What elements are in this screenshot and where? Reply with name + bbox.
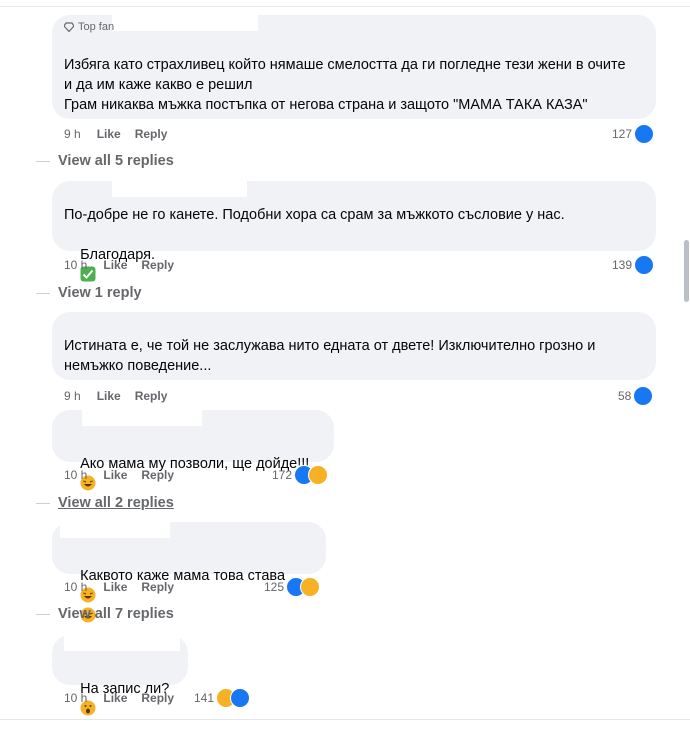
like-button[interactable]: Like [97, 389, 121, 403]
reaction-count: 127 [612, 127, 633, 141]
reply-button[interactable]: Reply [141, 258, 174, 272]
comment-time[interactable]: 10 h [64, 691, 87, 705]
reaction-count: 58 [618, 389, 632, 403]
bottom-divider [0, 719, 690, 720]
reply-button[interactable]: Reply [141, 468, 174, 482]
comment-actions: 10 h Like Reply [64, 468, 174, 482]
view-replies-link[interactable]: View 1 reply [58, 285, 142, 301]
reaction-count: 172 [272, 468, 293, 482]
reaction-summary[interactable]: 141 [194, 688, 251, 708]
comment-time[interactable]: 10 h [64, 580, 87, 594]
author-name-redacted[interactable] [82, 410, 202, 426]
haha-reaction-icon [308, 465, 329, 485]
like-reaction-icon [633, 386, 654, 406]
comment-actions: 10 h Like Reply [64, 580, 174, 594]
comment-bubble-2: По-добре не го канете. Подобни хора са с… [52, 181, 656, 282]
author-name-redacted[interactable] [60, 522, 170, 538]
comment-text-line: и да им каже какво е решил [64, 77, 253, 93]
like-button[interactable]: Like [97, 127, 121, 141]
comment-text-line: Грам никаква мъжка постъпка от негова ст… [64, 97, 588, 113]
reaction-count: 125 [264, 580, 285, 594]
comment-bubble-5: Каквото каже мама това става [52, 522, 326, 623]
scrollbar-thumb[interactable] [684, 240, 689, 302]
like-reaction-icon [634, 124, 655, 144]
thread-line [36, 503, 50, 504]
reply-button[interactable]: Reply [135, 389, 168, 403]
diamond-icon [64, 22, 74, 32]
comment-time[interactable]: 9 h [64, 127, 81, 141]
thread-line [36, 161, 50, 162]
thread-line [36, 614, 50, 615]
comment-actions: 10 h Like Reply [64, 691, 174, 705]
like-reaction-icon [634, 255, 655, 275]
comment-text-line: Избяга като страхливец който нямаше смел… [64, 57, 626, 73]
author-name-redacted[interactable] [112, 15, 258, 31]
author-name-redacted[interactable] [112, 181, 247, 197]
view-replies-link[interactable]: View all 5 replies [58, 153, 174, 169]
comment-time[interactable]: 10 h [64, 468, 87, 482]
comment-bubble-6: На запис ли? [52, 635, 188, 716]
author-name-redacted[interactable] [64, 635, 180, 651]
reply-button[interactable]: Reply [141, 580, 174, 594]
comment-actions: 10 h Like Reply [64, 258, 174, 272]
comment-actions: 9 h Like Reply [64, 127, 167, 141]
like-button[interactable]: Like [103, 258, 127, 272]
reaction-summary[interactable]: 172 [272, 465, 329, 485]
reaction-summary[interactable]: 127 [612, 124, 655, 144]
reaction-summary[interactable]: 139 [612, 255, 655, 275]
comment-bubble-1: Top fan Избяга като страхливец който ням… [52, 15, 656, 119]
like-button[interactable]: Like [103, 468, 127, 482]
reply-button[interactable]: Reply [141, 691, 174, 705]
comment-actions: 9 h Like Reply [64, 389, 167, 403]
reply-button[interactable]: Reply [135, 127, 168, 141]
like-button[interactable]: Like [103, 691, 127, 705]
top-divider [0, 6, 690, 7]
comment-bubble-4: Ако мама му позволи, ще дойде!!! [52, 410, 334, 491]
reaction-count: 139 [612, 258, 633, 272]
top-fan-label: Top fan [78, 21, 115, 33]
like-reaction-icon [230, 688, 251, 708]
like-button[interactable]: Like [103, 580, 127, 594]
reaction-summary[interactable]: 58 [618, 386, 654, 406]
view-replies-link[interactable]: View all 7 replies [58, 606, 174, 622]
reaction-count: 141 [194, 691, 215, 705]
comment-text-line: По-добре не го канете. Подобни хора са с… [64, 207, 565, 223]
reaction-summary[interactable]: 125 [264, 577, 321, 597]
comment-bubble-3: Истината е, че той не заслужава нито едн… [52, 312, 656, 380]
top-fan-badge: Top fan [64, 21, 114, 33]
thread-line [36, 293, 50, 294]
comment-time[interactable]: 10 h [64, 258, 87, 272]
view-replies-link[interactable]: View all 2 replies [58, 495, 174, 511]
comment-time[interactable]: 9 h [64, 389, 81, 403]
comment-text-row: Каквото каже мама това става [64, 546, 285, 646]
comment-text-line: немъжко поведение... [64, 358, 212, 374]
haha-reaction-icon [300, 577, 321, 597]
comment-text-line: Истината е, че той не заслужава нито едн… [64, 338, 596, 354]
